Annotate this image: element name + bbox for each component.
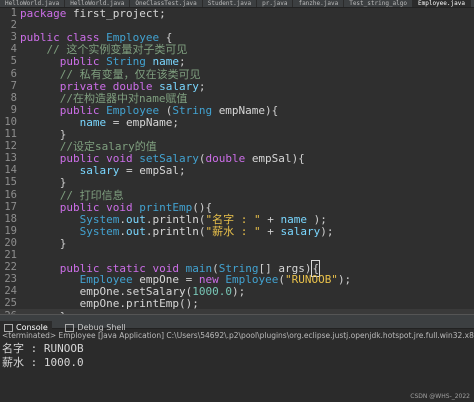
code-editor[interactable]: 1 package first_project; 2 3 public class Em… — [0, 8, 474, 314]
terminated-status: <terminated> Employee [Java Application]… — [2, 331, 474, 340]
editor-tab[interactable]: Employee.java — [413, 0, 471, 7]
editor-tab[interactable]: pr.java — [257, 0, 294, 7]
editor-tab[interactable]: fanzhe.java — [293, 0, 345, 7]
editor-tab-bar: HelloWorld.java HelloWorld.java OneClassTe… — [0, 0, 474, 8]
console-output-line-2: 薪水 : 1000.0 — [2, 356, 84, 369]
editor-tab[interactable]: HelloWorld.java — [0, 0, 66, 7]
panel-tab-bar: Console Debug Shell — [0, 314, 474, 334]
editor-tab[interactable]: Test_string_algo — [344, 0, 413, 7]
watermark: CSDN @WHS-_2022 — [410, 393, 470, 400]
editor-tab[interactable]: OneClassTest.java — [130, 0, 203, 7]
bottom-panel: Console Debug Shell <terminated> Employe… — [0, 314, 474, 402]
editor-tab[interactable]: Student.java — [203, 0, 258, 7]
console-output-line-1: 名字 : RUNOOB — [2, 342, 84, 355]
editor-tab[interactable]: HelloWorld.java — [65, 0, 131, 7]
